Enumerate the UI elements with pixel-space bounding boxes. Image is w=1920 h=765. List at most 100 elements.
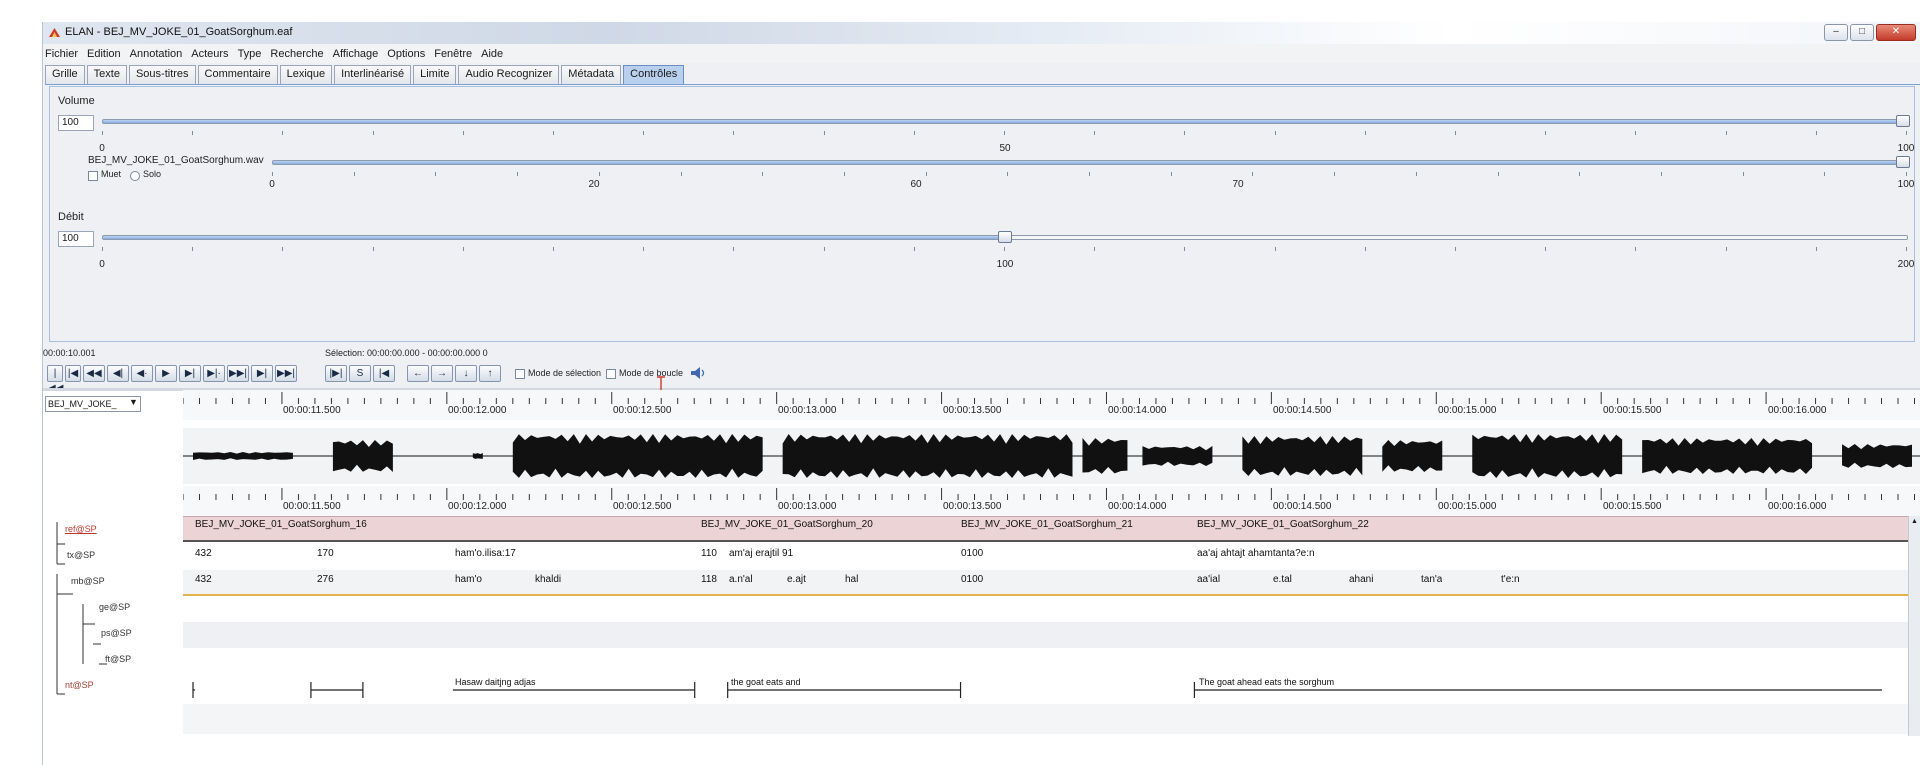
- mb-annotation[interactable]: ahani: [1349, 574, 1373, 585]
- tier-row-ft[interactable]: Hasaw daitjng adjas the goat eats and Th…: [183, 674, 1920, 704]
- menu-annotation[interactable]: Annotation: [130, 48, 183, 60]
- menu-help[interactable]: Aide: [481, 48, 503, 60]
- mb-annotation[interactable]: hal: [845, 574, 858, 585]
- tier-row-mb[interactable]: 432 276 ham'o khaldi 118 a.n'al e.ajt ha…: [183, 570, 1920, 596]
- tab-interlinear[interactable]: Interlinéarisé: [334, 65, 412, 84]
- previous-pixel-button[interactable]: ◀|: [107, 365, 129, 382]
- ft-annotation[interactable]: Hasaw daitjng adjas: [455, 677, 536, 687]
- selection-mode-checkbox[interactable]: [515, 369, 525, 379]
- play-selection-button[interactable]: |▶|: [325, 365, 347, 382]
- next-annotation-button[interactable]: →: [431, 365, 453, 382]
- tier-row-tx[interactable]: 432 170 ham'o.ilisa:17 110 am'aj erajtil…: [183, 544, 1920, 570]
- tx-annotation[interactable]: ham'o.ilisa:17: [455, 548, 516, 559]
- annotation-below-button[interactable]: ↓: [455, 365, 477, 382]
- menu-view[interactable]: Affichage: [333, 48, 379, 60]
- maximize-button[interactable]: □: [1850, 24, 1874, 41]
- menu-window[interactable]: Fenêtre: [434, 48, 472, 60]
- mb-annotation[interactable]: 0100: [961, 574, 983, 585]
- vertical-scrollbar[interactable]: ▲: [1908, 516, 1920, 736]
- tab-grid[interactable]: Grille: [45, 65, 85, 84]
- minimize-button[interactable]: –: [1824, 24, 1848, 41]
- rate-slider-filled[interactable]: [102, 235, 1005, 240]
- mb-annotation[interactable]: e.ajt: [787, 574, 806, 585]
- tab-subtitles[interactable]: Sous-titres: [128, 65, 196, 84]
- play-button[interactable]: ▶: [155, 365, 177, 382]
- menu-type[interactable]: Type: [238, 48, 262, 60]
- tier-name-ps[interactable]: ps@SP: [101, 628, 132, 638]
- tx-annotation[interactable]: 0100: [961, 548, 983, 559]
- go-to-end-button[interactable]: ▶▶|: [275, 365, 297, 382]
- tx-annotation[interactable]: aa'aj ahtajt ahamtanta?e:n: [1197, 548, 1315, 559]
- mb-annotation[interactable]: a.n'al: [729, 574, 753, 585]
- next-frame-button[interactable]: ▶|: [251, 365, 273, 382]
- previous-annotation-button[interactable]: ←: [407, 365, 429, 382]
- tx-annotation[interactable]: 110: [701, 548, 717, 559]
- tab-metadata[interactable]: Métadata: [561, 65, 622, 84]
- mb-annotation[interactable]: aa'ial: [1197, 574, 1220, 585]
- previous-frame-button[interactable]: |◀: [65, 365, 81, 382]
- step-back-button[interactable]: ◀·: [131, 365, 153, 382]
- loop-mode-checkbox[interactable]: [606, 369, 616, 379]
- selection-begin-button[interactable]: |◀: [373, 365, 395, 382]
- tier-name-ge[interactable]: ge@SP: [99, 602, 130, 612]
- speaker-icon[interactable]: [689, 366, 709, 380]
- tab-text[interactable]: Texte: [86, 65, 127, 84]
- ref-annotation[interactable]: BEJ_MV_JOKE_01_GoatSorghum_21: [961, 519, 1133, 530]
- volume-slider[interactable]: [102, 119, 1908, 124]
- mb-annotation[interactable]: 118: [701, 574, 717, 585]
- menu-tier[interactable]: Acteurs: [191, 48, 228, 60]
- next-pixel-button[interactable]: ▶|: [179, 365, 201, 382]
- close-button[interactable]: ✕: [1876, 24, 1916, 41]
- tier-name-tx[interactable]: tx@SP: [67, 550, 95, 560]
- tier-row-nt[interactable]: [183, 704, 1920, 734]
- solo-radio[interactable]: [130, 171, 140, 181]
- ref-annotation[interactable]: BEJ_MV_JOKE_01_GoatSorghum_20: [701, 519, 873, 530]
- previous-second-button[interactable]: ◀◀: [83, 365, 105, 382]
- tab-boundary[interactable]: Limite: [413, 65, 457, 84]
- tab-controls[interactable]: Contrôles: [623, 65, 685, 84]
- ref-annotation[interactable]: BEJ_MV_JOKE_01_GoatSorghum_16: [195, 519, 367, 530]
- media-volume-thumb[interactable]: [1896, 156, 1910, 168]
- tx-annotation[interactable]: 170: [317, 548, 334, 559]
- tier-name-mb[interactable]: mb@SP: [71, 576, 105, 586]
- mb-annotation[interactable]: 276: [317, 574, 334, 585]
- annotation-above-button[interactable]: ↑: [479, 365, 501, 382]
- volume-slider-thumb[interactable]: [1896, 115, 1910, 127]
- media-volume-slider[interactable]: [272, 160, 1908, 165]
- tx-annotation[interactable]: 432: [195, 548, 212, 559]
- tab-lexicon[interactable]: Lexique: [279, 65, 333, 84]
- next-second-button[interactable]: ▶▶|: [227, 365, 249, 382]
- mute-checkbox[interactable]: [88, 171, 98, 181]
- mb-annotation[interactable]: 432: [195, 574, 212, 585]
- ft-annotation[interactable]: the goat eats and: [731, 677, 801, 687]
- volume-value-field[interactable]: 100: [58, 115, 94, 131]
- chevron-down-icon[interactable]: ▼: [127, 397, 140, 411]
- menu-edit[interactable]: Edition: [87, 48, 121, 60]
- rate-value-field[interactable]: 100: [58, 231, 94, 247]
- mb-annotation[interactable]: t'e:n: [1501, 574, 1520, 585]
- tier-row-ps[interactable]: [183, 622, 1920, 648]
- tab-audio-recognizer[interactable]: Audio Recognizer: [458, 65, 560, 84]
- tier-name-ref[interactable]: ref@SP: [65, 524, 97, 534]
- tier-row-empty[interactable]: [183, 648, 1920, 674]
- ref-annotation[interactable]: BEJ_MV_JOKE_01_GoatSorghum_22: [1197, 519, 1369, 530]
- scroll-up-icon[interactable]: ▲: [1911, 518, 1919, 526]
- tab-comments[interactable]: Commentaire: [197, 65, 278, 84]
- mb-annotation[interactable]: tan'a: [1421, 574, 1442, 585]
- ft-annotation[interactable]: The goat ahead eats the sorghum: [1199, 677, 1334, 687]
- mb-annotation[interactable]: ham'o: [455, 574, 482, 585]
- tier-row-ge[interactable]: [183, 596, 1920, 622]
- tier-name-ft[interactable]: ft@SP: [105, 654, 131, 664]
- clear-selection-button[interactable]: S: [349, 365, 371, 382]
- mb-annotation[interactable]: e.tal: [1273, 574, 1292, 585]
- tier-row-ref[interactable]: BEJ_MV_JOKE_01_GoatSorghum_16 BEJ_MV_JOK…: [183, 516, 1920, 542]
- waveform-viewer[interactable]: [183, 428, 1920, 484]
- menu-search[interactable]: Recherche: [270, 48, 323, 60]
- rate-slider-track[interactable]: [1005, 235, 1908, 240]
- tx-annotation[interactable]: am'aj erajtil 91: [729, 548, 793, 559]
- tier-name-nt[interactable]: nt@SP: [65, 680, 94, 690]
- step-forward-button[interactable]: ▶|·: [203, 365, 225, 382]
- rate-slider-thumb[interactable]: [998, 231, 1012, 243]
- menu-options[interactable]: Options: [387, 48, 425, 60]
- go-to-begin-button[interactable]: |◀◀: [47, 365, 63, 394]
